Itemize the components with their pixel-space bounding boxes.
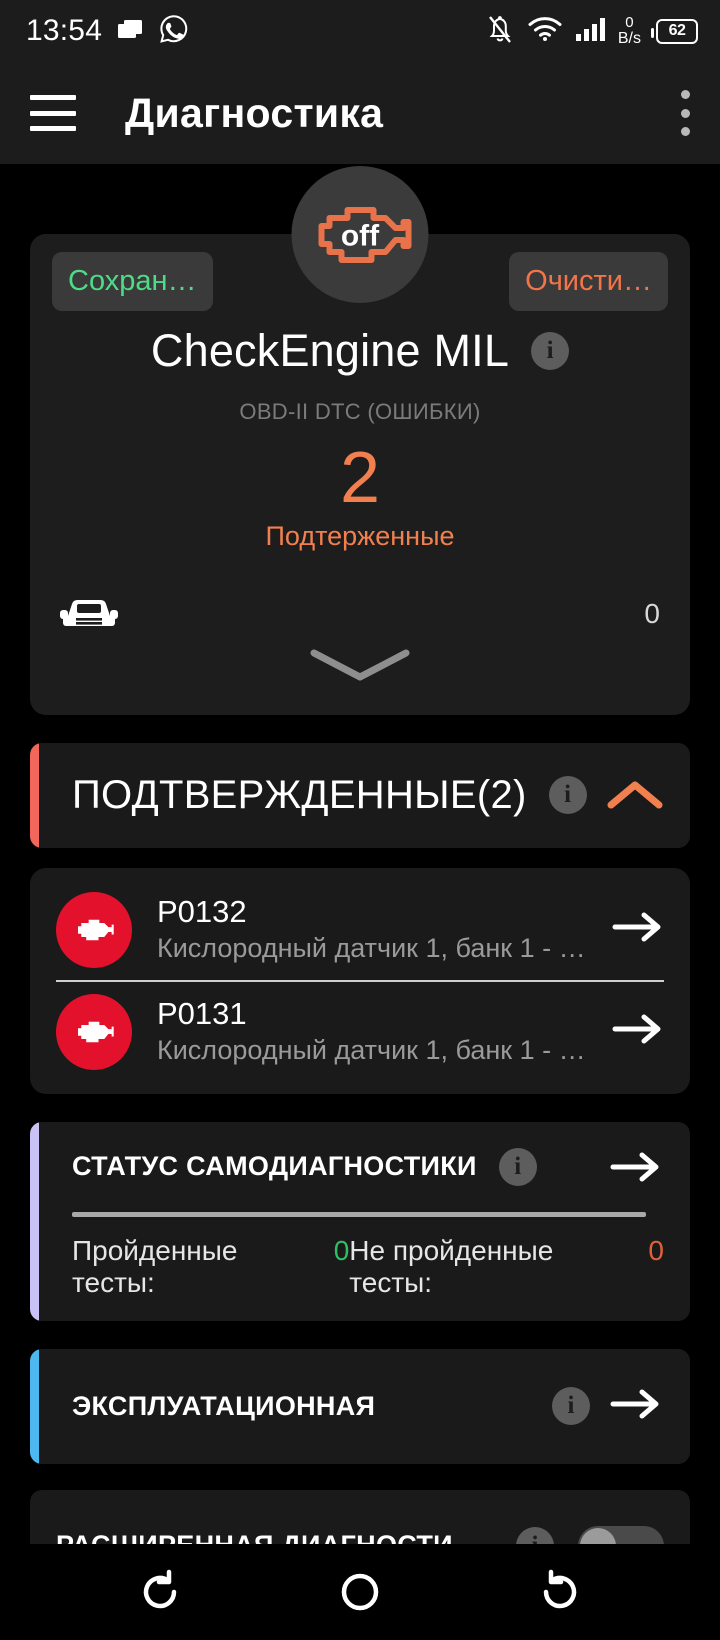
dtc-description: Кислородный датчик 1, банк 1 - в… <box>157 933 598 964</box>
section-extended-header[interactable]: РАСШИРЕННАЯ ДИАГНОСТИ… i <box>30 1490 690 1544</box>
chevron-up-icon <box>607 781 663 809</box>
section-operational-tail: i <box>530 1387 664 1426</box>
section-accent-bar <box>30 1348 39 1464</box>
hamburger-line <box>30 110 76 116</box>
section-operational-open[interactable] <box>608 1387 664 1426</box>
mil-summary-card: off Сохран… Очисти… CheckEngine MIL i OB… <box>30 166 690 715</box>
section-self-diagnostic-open[interactable] <box>608 1150 664 1184</box>
battery-percent: 62 <box>668 22 686 39</box>
dtc-count-label: Подтерженные <box>265 520 455 551</box>
arrow-right-icon <box>610 1389 659 1419</box>
section-operational[interactable]: ЭКСПЛУАТАЦИОННАЯ i <box>30 1348 690 1464</box>
status-bar: 13:54 0 B/s 62 <box>0 0 720 62</box>
failed-tests-value: 0 <box>648 1234 664 1266</box>
dtc-item-text: P0132 Кислородный датчик 1, банк 1 - в… <box>157 893 598 966</box>
back-icon[interactable] <box>536 1568 584 1616</box>
info-icon[interactable]: i <box>516 1526 554 1544</box>
section-self-diagnostic[interactable]: СТАТУС САМОДИАГНОСТИКИ i Пройденные тест… <box>30 1121 690 1321</box>
section-extended-tail: i <box>494 1525 664 1544</box>
overflow-dot <box>680 108 690 118</box>
page-title: Диагностика <box>125 89 384 136</box>
dtc-list-item[interactable]: P0131 Кислородный датчик 1, банк 1 - н… <box>30 982 690 1082</box>
app-screen: 13:54 0 B/s 62 Диагностика off Сохран… О… <box>0 0 720 1640</box>
arrow-right-icon <box>610 1152 659 1182</box>
passed-tests-value: 0 <box>333 1234 350 1266</box>
hamburger-line <box>30 95 76 100</box>
hamburger-menu-icon[interactable] <box>30 95 76 131</box>
section-operational-title: ЭКСПЛУАТАЦИОННАЯ <box>72 1390 376 1421</box>
mil-subtitle: OBD-II DTC (ОШИБКИ) <box>239 399 481 424</box>
info-icon[interactable]: i <box>552 1387 590 1426</box>
info-icon[interactable]: i <box>498 1147 537 1186</box>
hamburger-line <box>30 126 76 131</box>
status-bar-clock: 13:54 <box>26 14 103 47</box>
dtc-list: P0132 Кислородный датчик 1, банк 1 - в… <box>30 867 690 1094</box>
system-navigation-bar <box>0 1544 720 1640</box>
chevron-down-icon <box>310 649 410 681</box>
mil-title: CheckEngine MIL <box>150 325 510 376</box>
check-engine-icon <box>56 993 132 1070</box>
extended-diagnostics-toggle[interactable] <box>578 1525 664 1544</box>
section-accent-bar <box>30 1121 39 1321</box>
recents-icon[interactable] <box>136 1568 184 1616</box>
section-extended-title: РАСШИРЕННАЯ ДИАГНОСТИ… <box>56 1530 480 1544</box>
app-bar: Диагностика <box>0 62 720 164</box>
main-content: off Сохран… Очисти… CheckEngine MIL i OB… <box>0 164 720 1544</box>
overflow-menu-icon[interactable] <box>680 90 690 136</box>
clear-button[interactable]: Очисти… <box>509 252 668 311</box>
whatsapp-icon <box>158 13 190 50</box>
bell-muted-icon <box>485 13 515 50</box>
mil-title-row: CheckEngine MIL i <box>52 325 668 377</box>
car-front-icon <box>60 592 118 637</box>
dtc-list-item[interactable]: P0132 Кислородный датчик 1, банк 1 - в… <box>30 880 690 980</box>
home-icon[interactable] <box>336 1568 384 1616</box>
mil-state-label: off <box>340 218 380 252</box>
self-diagnostic-stats: Пройденные тесты: 0 Не пройденные тесты:… <box>30 1217 690 1321</box>
overflow-dot <box>680 90 690 99</box>
failed-tests-group: Не пройденные тесты: 0 <box>349 1235 664 1299</box>
folder-icon <box>116 18 144 45</box>
check-engine-icon <box>56 891 132 968</box>
section-operational-header[interactable]: ЭКСПЛУАТАЦИОННАЯ i <box>30 1349 690 1464</box>
section-confirmed-toggle[interactable] <box>606 778 664 812</box>
section-confirmed-header[interactable]: ПОДТВЕРЖДЕННЫЕ(2) i <box>30 743 690 848</box>
wifi-icon <box>528 16 562 47</box>
toggle-knob <box>580 1527 616 1544</box>
vehicle-row: 0 <box>52 592 668 637</box>
dtc-count: 2 <box>339 438 381 518</box>
vehicle-value: 0 <box>644 598 660 630</box>
section-confirmed[interactable]: ПОДТВЕРЖДЕННЫЕ(2) i <box>30 742 690 848</box>
section-self-diagnostic-title: СТАТУС САМОДИАГНОСТИКИ <box>72 1151 477 1182</box>
section-accent-bar <box>30 742 39 848</box>
status-bar-right: 0 B/s 62 <box>485 13 698 50</box>
overflow-dot <box>680 127 690 136</box>
expand-card-button[interactable] <box>52 645 668 685</box>
mil-summary-wrapper: off Сохран… Очисти… CheckEngine MIL i OB… <box>0 164 720 715</box>
dtc-code: P0131 <box>157 996 247 1032</box>
arrow-right-icon[interactable] <box>612 910 664 949</box>
data-rate-indicator: 0 B/s <box>618 15 641 47</box>
battery-icon: 62 <box>651 18 698 44</box>
check-engine-badge[interactable]: off <box>291 166 429 303</box>
dtc-description: Кислородный датчик 1, банк 1 - н… <box>157 1035 598 1066</box>
section-self-diagnostic-header[interactable]: СТАТУС САМОДИАГНОСТИКИ i <box>30 1122 690 1212</box>
data-rate-unit: B/s <box>617 30 641 47</box>
failed-tests-label: Не пройденные тесты: <box>349 1234 554 1298</box>
arrow-right-icon[interactable] <box>612 1012 664 1051</box>
dtc-code: P0132 <box>157 894 247 930</box>
info-icon[interactable]: i <box>531 332 570 370</box>
info-icon[interactable]: i <box>548 776 587 815</box>
passed-tests-group: Пройденные тесты: 0 <box>72 1235 349 1299</box>
section-confirmed-title: ПОДТВЕРЖДЕННЫЕ(2) <box>72 772 527 817</box>
status-bar-left: 13:54 <box>26 13 190 50</box>
passed-tests-label: Пройденные тесты: <box>72 1234 238 1298</box>
section-extended[interactable]: РАСШИРЕННАЯ ДИАГНОСТИ… i <box>30 1489 690 1544</box>
signal-icon <box>575 16 609 47</box>
save-button[interactable]: Сохран… <box>52 252 213 311</box>
data-rate-value: 0 <box>625 14 634 31</box>
dtc-item-text: P0131 Кислородный датчик 1, банк 1 - н… <box>157 995 598 1068</box>
